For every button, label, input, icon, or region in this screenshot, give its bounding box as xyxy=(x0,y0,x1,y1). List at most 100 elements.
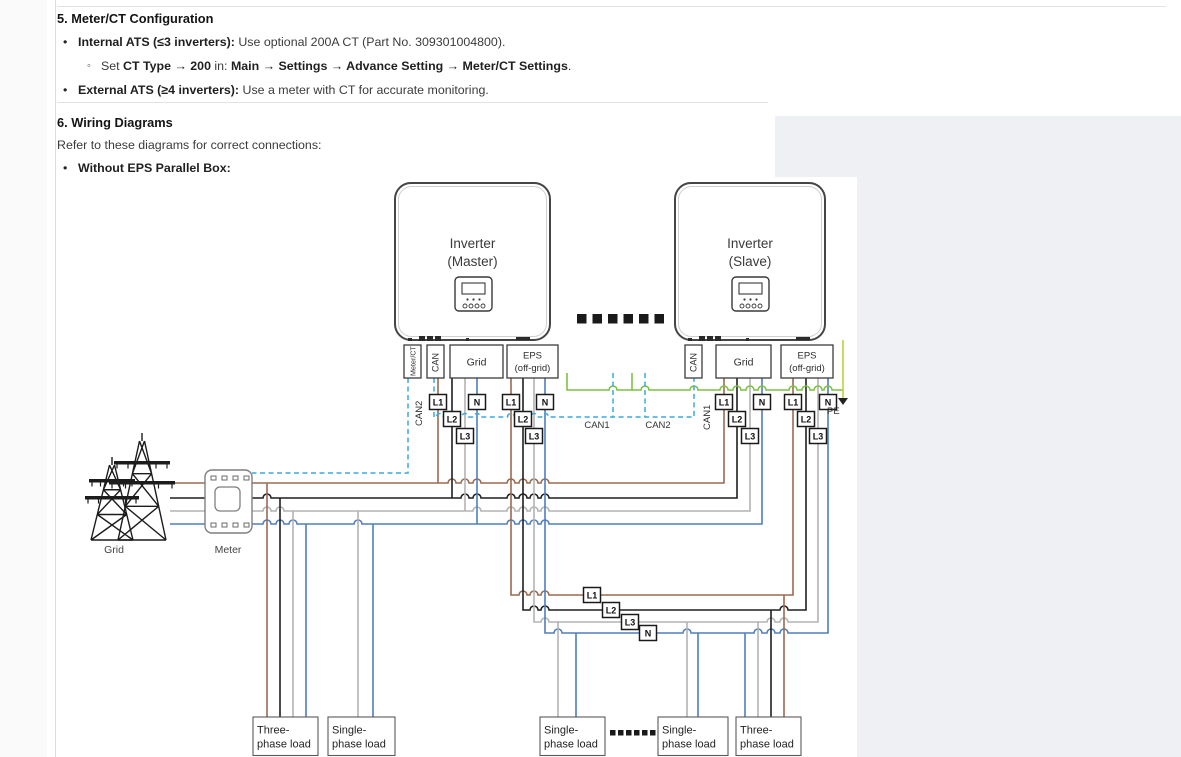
wire-label-chip: L3 xyxy=(810,429,827,444)
svg-text:L3: L3 xyxy=(460,432,471,442)
wire-label-chip: L1 xyxy=(716,395,733,410)
svg-text:phase load: phase load xyxy=(257,739,311,751)
sub-text-post: . xyxy=(568,59,571,73)
wire-label-chip: N xyxy=(640,626,657,641)
port-grid-label: Grid xyxy=(734,357,754,369)
svg-text:phase load: phase load xyxy=(544,739,598,751)
bullet-text: Use optional 200A CT (Part No. 309301004… xyxy=(235,35,505,49)
port-can-label: CAN xyxy=(431,353,441,372)
wire-label-chip: L2 xyxy=(729,412,746,427)
load-three-phase-right: Three- phase load xyxy=(736,717,801,756)
wire-label-chip: L3 xyxy=(526,429,543,444)
port-eps-sublabel: (off-grid) xyxy=(789,363,825,374)
wire-label-chip: L3 xyxy=(742,429,759,444)
svg-text:N: N xyxy=(542,398,549,408)
bullet-text: Use a meter with CT for accurate monitor… xyxy=(239,83,489,97)
divider-top xyxy=(57,6,1166,7)
bullet-icon: • xyxy=(63,83,73,97)
wire-label-chip: L1 xyxy=(430,395,447,410)
wire-label-chip: L3 xyxy=(457,429,474,444)
svg-text:L3: L3 xyxy=(813,432,824,442)
svg-text:L2: L2 xyxy=(606,606,617,616)
wire-label-chip: L2 xyxy=(515,412,532,427)
port-eps-label: EPS xyxy=(523,351,542,362)
inverter-slave: Inverter (Slave) xyxy=(675,183,825,341)
svg-text:L1: L1 xyxy=(719,398,730,408)
svg-text:L3: L3 xyxy=(625,618,636,628)
svg-text:N: N xyxy=(645,629,652,639)
inverter-display-icon xyxy=(455,277,492,311)
svg-text:Three-: Three- xyxy=(740,725,773,737)
load-three-phase-left: Three- phase load xyxy=(253,717,318,756)
svg-text:L3: L3 xyxy=(529,432,540,442)
bullet-bold-text: External ATS (≥4 inverters): xyxy=(78,83,239,97)
sub-text-pre: Set xyxy=(101,59,123,73)
bullet-icon: • xyxy=(63,35,73,49)
can1-vertical-label: CAN1 xyxy=(702,405,713,430)
svg-text:L3: L3 xyxy=(745,432,756,442)
svg-text:L1: L1 xyxy=(433,398,444,408)
sub-bullet-ct-type: ◦ Set CT Type → 200 in: Main → Settings →… xyxy=(87,59,571,73)
can1-label: CAN1 xyxy=(584,420,609,431)
inverter-sublabel: (Slave) xyxy=(729,254,772,269)
port-grid-label: Grid xyxy=(467,357,487,369)
svg-text:phase load: phase load xyxy=(332,739,386,751)
content-left-border xyxy=(55,0,56,757)
svg-text:phase load: phase load xyxy=(740,739,794,751)
svg-text:Single-: Single- xyxy=(662,725,697,737)
svg-text:L1: L1 xyxy=(788,398,799,408)
wire-label-chip: L1 xyxy=(503,395,520,410)
section6-heading: 6. Wiring Diagrams xyxy=(57,115,173,130)
wire-label-chip: L2 xyxy=(603,603,620,618)
section6-intro: Refer to these diagrams for correct conn… xyxy=(57,138,321,152)
circle-bullet-icon: ◦ xyxy=(87,60,96,72)
port-eps-sublabel: (off-grid) xyxy=(515,363,551,374)
svg-text:Single-: Single- xyxy=(332,725,367,737)
port-eps-label: EPS xyxy=(797,351,816,362)
pe-label: PE xyxy=(827,406,840,417)
sub-text-mid: in: xyxy=(211,59,231,73)
svg-text:N: N xyxy=(474,398,481,408)
load-single-phase-right: Single- phase load xyxy=(658,717,728,756)
wire-label-chip: L1 xyxy=(584,588,601,603)
sub-text-bold1: CT Type → 200 xyxy=(123,59,211,73)
inverter-master: Inverter (Master) xyxy=(395,183,550,341)
bullet-bold-text: Internal ATS (≤3 inverters): xyxy=(78,35,235,49)
inverter-label: Inverter xyxy=(450,236,496,251)
meter-caption: Meter xyxy=(215,544,242,556)
svg-text:L2: L2 xyxy=(801,415,812,425)
bullet-without-eps: • Without EPS Parallel Box: xyxy=(63,161,231,175)
svg-text:L2: L2 xyxy=(447,415,458,425)
wire-label-chip: N xyxy=(754,395,771,410)
svg-text:Three-: Three- xyxy=(257,725,290,737)
left-margin-strip xyxy=(0,0,47,757)
inverter-label: Inverter xyxy=(727,236,773,251)
load-single-phase-middle: Single- phase load xyxy=(540,717,605,756)
bullet-internal-ats: • Internal ATS (≤3 inverters): Use option… xyxy=(63,35,505,49)
wire-label-chip: L2 xyxy=(444,412,461,427)
wire-label-chip: L1 xyxy=(785,395,802,410)
svg-text:N: N xyxy=(759,398,766,408)
page: { "document": { "section5": { "heading":… xyxy=(0,0,1181,757)
wire-label-chip: L2 xyxy=(798,412,815,427)
wiring-diagram: L1L2L3NL1L2L3NL1L2L3NL1L2L3NL1L2L3N Inve… xyxy=(78,177,857,757)
can2-label: CAN2 xyxy=(645,420,670,431)
svg-text:L2: L2 xyxy=(732,415,743,425)
wire-label-chip: N xyxy=(537,395,554,410)
port-meter-ct-label: Meter/CT xyxy=(409,345,418,376)
inverter-display-icon xyxy=(732,277,769,311)
sub-text-bold2: Main → Settings → Advance Setting → Mete… xyxy=(231,59,568,73)
svg-text:L2: L2 xyxy=(518,415,529,425)
can2-vertical-label: CAN2 xyxy=(414,401,425,426)
grid-caption: Grid xyxy=(104,544,124,556)
svg-text:L1: L1 xyxy=(506,398,517,408)
wire-label-chip: L3 xyxy=(622,615,639,630)
meter-screen xyxy=(215,487,240,511)
divider-section5 xyxy=(57,102,768,103)
load-single-phase-left: Single- phase load xyxy=(328,717,395,756)
tower-crossarm xyxy=(109,481,175,485)
tower-crossarm xyxy=(114,461,170,465)
background-panel-right xyxy=(857,177,1181,757)
bullet-bold-text: Without EPS Parallel Box: xyxy=(78,161,231,175)
bullet-icon: • xyxy=(63,161,73,175)
